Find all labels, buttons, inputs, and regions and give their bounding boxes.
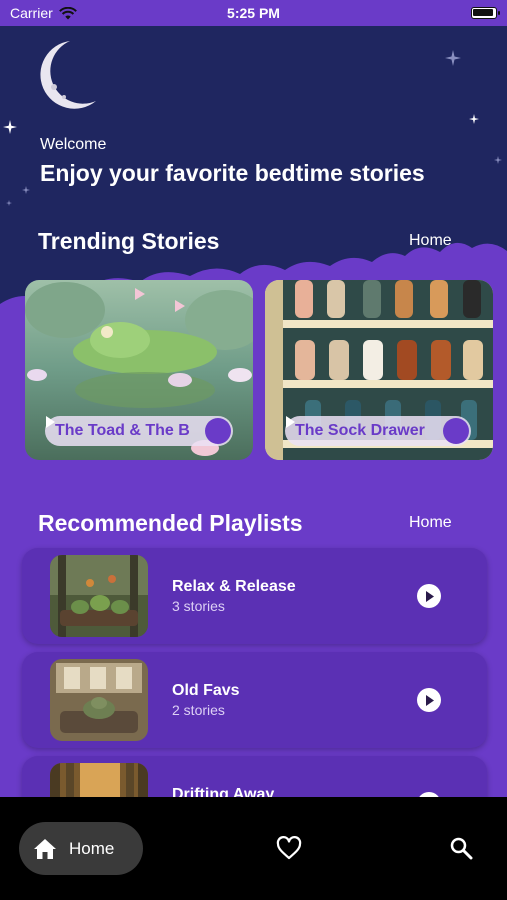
story-title-pill[interactable]: The Toad & The B (45, 416, 233, 446)
tab-home[interactable]: Home (19, 822, 143, 875)
play-icon[interactable] (417, 584, 441, 608)
playlists-home-link[interactable]: Home (409, 514, 452, 532)
playlist-title: Old Favs (172, 682, 240, 699)
playlist-count: 3 stories (172, 598, 225, 614)
star-icon (445, 50, 461, 66)
star-icon (469, 114, 479, 124)
story-title: The Toad & The B (55, 422, 190, 439)
status-bar: Carrier 5:25 PM (0, 0, 507, 26)
tab-bar: Home (0, 797, 507, 900)
welcome-text: Welcome (40, 136, 107, 153)
page-headline: Enjoy your favorite bedtime stories (40, 160, 425, 186)
story-card[interactable]: The Sock Drawer (265, 280, 493, 460)
play-icon[interactable] (417, 688, 441, 712)
tab-home-label: Home (69, 838, 115, 858)
home-icon (34, 838, 56, 859)
playlist-title: Relax & Release (172, 578, 296, 595)
play-icon[interactable] (286, 416, 469, 444)
star-icon (6, 200, 12, 206)
star-icon (494, 156, 502, 164)
playlist-row[interactable]: Old Favs 2 stories (22, 652, 487, 748)
playlist-row[interactable]: Relax & Release 3 stories (22, 548, 487, 644)
playlists-title: Recommended Playlists (38, 510, 303, 536)
star-icon (3, 120, 17, 134)
playlist-thumbnail (50, 659, 148, 741)
play-icon[interactable] (46, 416, 231, 444)
trending-home-link[interactable]: Home (409, 232, 452, 250)
heart-icon[interactable] (276, 836, 302, 860)
playlist-count: 2 stories (172, 702, 225, 718)
trending-title: Trending Stories (38, 228, 220, 254)
story-card[interactable]: The Toad & The B (25, 280, 253, 460)
story-title: The Sock Drawer (295, 422, 425, 439)
story-title-pill[interactable]: The Sock Drawer (285, 416, 471, 446)
crescent-moon-icon (40, 41, 96, 109)
playlist-thumbnail (50, 555, 148, 637)
star-icon (22, 186, 30, 194)
status-time: 5:25 PM (227, 5, 280, 21)
battery-icon (471, 7, 500, 19)
search-icon[interactable] (449, 836, 473, 860)
